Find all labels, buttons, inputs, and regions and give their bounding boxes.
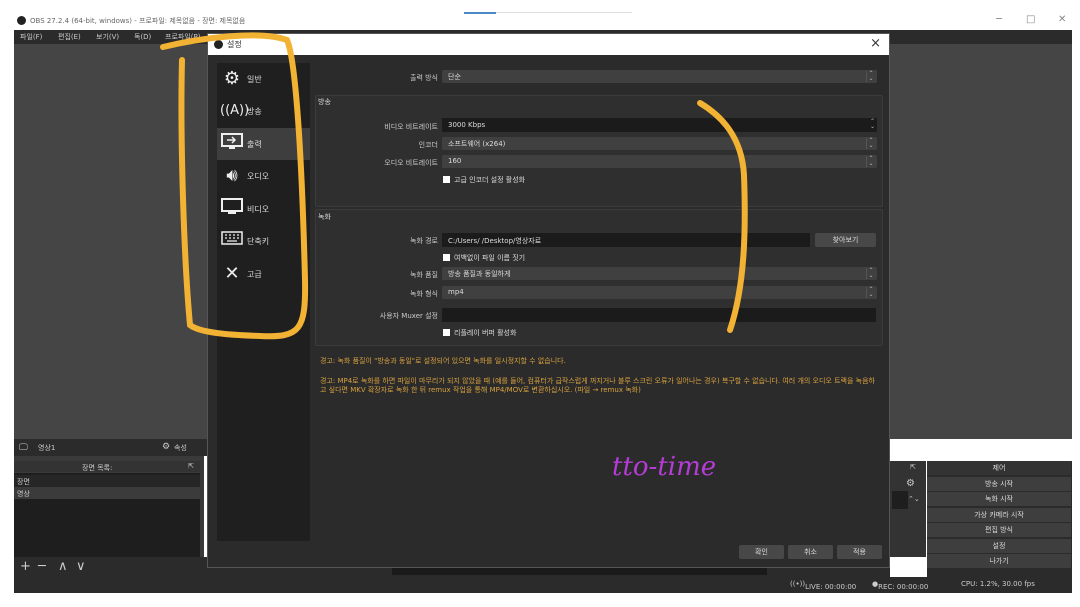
highlight-annotation xyxy=(160,32,748,340)
highlight-right-stroke xyxy=(697,100,748,333)
handwritten-watermark: tto-time xyxy=(612,452,717,482)
screenshot-frame: OBS 27.2.4 (64-bit, windows) - 프로파일: 제목없… xyxy=(0,0,1080,607)
highlight-sidebar-loop xyxy=(160,32,309,340)
